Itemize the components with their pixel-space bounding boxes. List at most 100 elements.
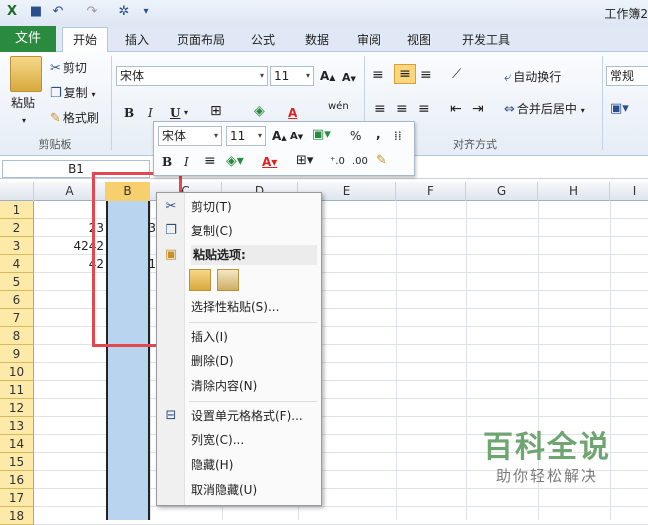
border-icon[interactable]: ⊞: [210, 102, 222, 120]
cut-button[interactable]: ✂ 剪切: [50, 59, 87, 78]
mini-fill-color-icon[interactable]: ◈▾: [226, 152, 244, 170]
menu-item-cut[interactable]: 剪切(T): [191, 197, 232, 217]
tab-formulas[interactable]: 公式: [246, 30, 280, 52]
mini-increase-decimal-icon[interactable]: ⁺.0: [330, 153, 345, 171]
underline-button[interactable]: U: [170, 104, 180, 122]
tools-icon[interactable]: ✲: [116, 4, 132, 20]
save-icon[interactable]: ■: [28, 4, 44, 20]
row-header[interactable]: 14: [0, 435, 34, 453]
number-format-box[interactable]: 常规: [606, 66, 648, 86]
row-header[interactable]: 5: [0, 273, 34, 291]
align-center-icon[interactable]: ≡: [396, 100, 408, 118]
mini-shrink-font-icon[interactable]: A▼: [290, 128, 303, 146]
mini-currency-icon[interactable]: ▣▾: [312, 126, 331, 144]
menu-item-copy[interactable]: 复制(C): [191, 221, 233, 241]
font-color-button[interactable]: A: [288, 104, 297, 122]
orientation-icon[interactable]: ⟋: [452, 66, 461, 84]
font-size-box[interactable]: 11 ▾: [270, 66, 314, 86]
fill-color-icon[interactable]: ◈: [254, 102, 265, 120]
currency-icon[interactable]: ▣▾: [610, 100, 629, 118]
row-header[interactable]: 2: [0, 219, 34, 237]
merge-center-button[interactable]: ⇔ 合并后居中 ▾: [504, 100, 585, 120]
align-left-icon[interactable]: ≡: [374, 100, 386, 118]
menu-item-format-cells[interactable]: 设置单元格格式(F)...: [191, 406, 303, 426]
tab-home[interactable]: 开始: [62, 27, 108, 52]
merge-center-label: 合并后居中: [516, 102, 577, 116]
mini-brush-icon[interactable]: ✎: [376, 152, 387, 170]
row-header[interactable]: 13: [0, 417, 34, 435]
mini-italic-button[interactable]: I: [184, 153, 189, 171]
menu-item-clear-contents[interactable]: 清除内容(N): [191, 376, 257, 396]
row-header[interactable]: 1: [0, 201, 34, 219]
row-header[interactable]: 18: [0, 507, 34, 525]
increase-indent-icon[interactable]: ⇥: [472, 100, 484, 118]
decrease-indent-icon[interactable]: ⇤: [450, 100, 462, 118]
mini-size-box[interactable]: 11 ▾: [226, 126, 266, 146]
align-middle-icon[interactable]: ≡: [394, 64, 416, 84]
tab-insert[interactable]: 插入: [120, 30, 154, 52]
mini-comma-button[interactable]: ,: [376, 125, 381, 143]
mini-percent-button[interactable]: %: [350, 127, 361, 145]
italic-button[interactable]: I: [148, 104, 153, 122]
tab-data[interactable]: 数据: [298, 30, 336, 52]
align-right-icon[interactable]: ≡: [418, 100, 430, 118]
grow-font-button[interactable]: A▲: [320, 67, 335, 87]
row-header[interactable]: 16: [0, 471, 34, 489]
column-header-i[interactable]: I: [610, 182, 648, 201]
redo-icon[interactable]: ↷: [84, 4, 100, 20]
row-header[interactable]: 8: [0, 327, 34, 345]
menu-item-insert[interactable]: 插入(I): [191, 327, 228, 347]
tab-view[interactable]: 视图: [402, 30, 436, 52]
row-header[interactable]: 11: [0, 381, 34, 399]
mini-font-box[interactable]: 宋体 ▾: [158, 126, 222, 146]
tab-page-layout[interactable]: 页面布局: [172, 30, 230, 52]
menu-item-delete[interactable]: 删除(D): [191, 351, 234, 371]
row-header[interactable]: 9: [0, 345, 34, 363]
menu-item-unhide[interactable]: 取消隐藏(U): [191, 480, 257, 500]
shrink-font-button[interactable]: A▼: [342, 69, 356, 88]
row-header[interactable]: 4: [0, 255, 34, 273]
column-header-g[interactable]: G: [466, 182, 538, 201]
row-header[interactable]: 3: [0, 237, 34, 255]
mini-border-icon[interactable]: ⊞▾: [296, 152, 313, 170]
mini-decrease-decimal-icon[interactable]: .00: [352, 153, 368, 171]
paste-button[interactable]: 粘贴: [11, 94, 35, 112]
paste-dropdown-icon[interactable]: ▾: [22, 112, 26, 130]
copy-button[interactable]: ❐ 复制 ▾: [50, 84, 96, 104]
menu-item-paste-special[interactable]: 选择性粘贴(S)...: [191, 297, 279, 317]
tab-review[interactable]: 审阅: [352, 30, 386, 52]
paste-option-all-icon[interactable]: [189, 269, 211, 291]
format-painter-label: 格式刷: [62, 111, 99, 125]
align-bottom-icon[interactable]: ≡: [420, 66, 432, 84]
column-header-h[interactable]: H: [538, 182, 610, 201]
mini-grow-font-icon[interactable]: A▲: [272, 127, 287, 147]
select-all-corner[interactable]: [0, 182, 34, 201]
row-header[interactable]: 7: [0, 309, 34, 327]
mini-bold-button[interactable]: B: [162, 153, 172, 171]
menu-item-column-width[interactable]: 列宽(C)...: [191, 430, 244, 450]
wrap-text-button[interactable]: ⤶ 自动换行: [504, 68, 561, 87]
align-top-icon[interactable]: ≡: [372, 66, 384, 84]
column-header-f[interactable]: F: [396, 182, 466, 201]
row-header[interactable]: 15: [0, 453, 34, 471]
row-header[interactable]: 17: [0, 489, 34, 507]
scissors-icon: ✂: [50, 61, 61, 76]
mini-font-color-icon[interactable]: A▾: [262, 153, 277, 171]
tab-developer[interactable]: 开发工具: [456, 30, 516, 52]
row-header[interactable]: 12: [0, 399, 34, 417]
undo-icon[interactable]: ↶: [50, 4, 66, 20]
row-header[interactable]: 10: [0, 363, 34, 381]
row-header[interactable]: 6: [0, 291, 34, 309]
format-painter-button[interactable]: ✎ 格式刷: [50, 109, 99, 128]
mini-align-icon[interactable]: ≡: [204, 152, 216, 170]
paste-option-values-icon[interactable]: [217, 269, 239, 291]
menu-item-hide[interactable]: 隐藏(H): [191, 455, 233, 475]
underline-dropdown-icon[interactable]: ▾: [184, 104, 188, 122]
watermark: 百科全说 助你轻松解决: [462, 430, 632, 494]
phonetic-button[interactable]: wén: [328, 98, 349, 116]
bold-button[interactable]: B: [124, 104, 134, 122]
customize-qat-icon[interactable]: ▾: [138, 4, 154, 20]
font-name-box[interactable]: 宋体 ▾: [116, 66, 268, 86]
mini-decimal-icon[interactable]: ⁞⁞: [394, 127, 402, 145]
tab-file[interactable]: 文件: [0, 26, 56, 52]
